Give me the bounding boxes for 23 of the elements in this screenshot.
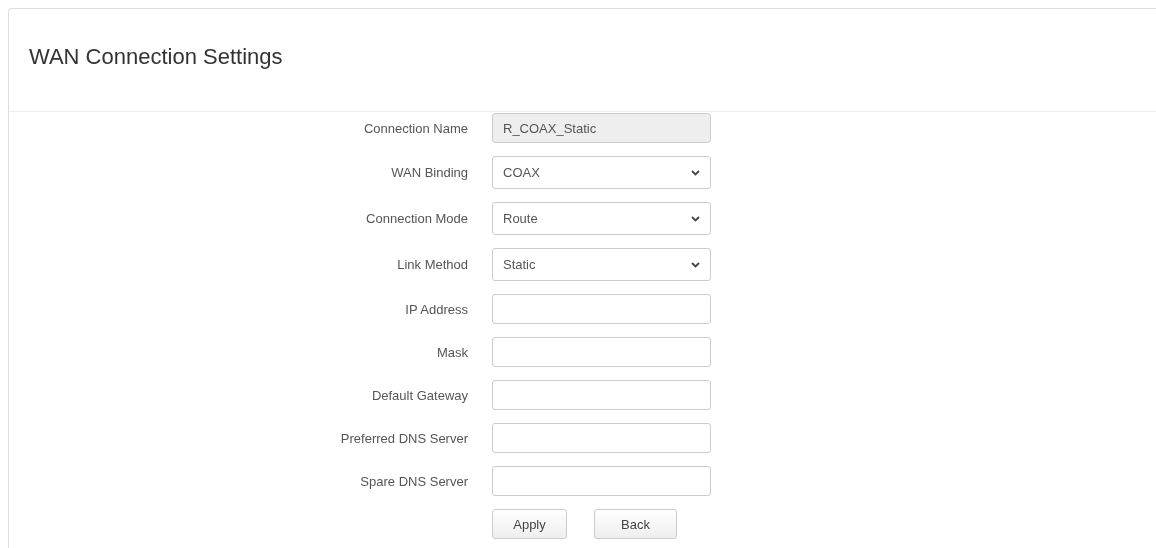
panel-title: WAN Connection Settings <box>29 43 283 71</box>
field-label: Mask <box>435 344 468 360</box>
chevron-down-icon <box>691 215 700 222</box>
dropdown[interactable]: COAX <box>492 156 711 189</box>
chevron-down-icon <box>691 169 700 176</box>
action-button[interactable]: Apply <box>492 509 567 539</box>
field-label: IP Address <box>404 301 468 317</box>
input-field[interactable] <box>492 337 711 367</box>
field-label: WAN Binding <box>390 165 468 180</box>
field-label: Default Gateway <box>370 387 468 403</box>
field-label: Link Method <box>396 257 468 272</box>
chevron-down-icon <box>691 261 700 268</box>
dropdown[interactable]: Static <box>492 248 711 281</box>
field-label: Spare DNS Server <box>359 473 468 489</box>
input-field[interactable] <box>492 380 711 410</box>
input-field[interactable] <box>492 294 711 324</box>
dropdown[interactable]: Route <box>492 202 711 235</box>
input-field[interactable] <box>492 466 711 496</box>
field-label: Connection Mode <box>365 211 468 226</box>
input-field[interactable] <box>492 423 711 453</box>
field-label: Preferred DNS Server <box>339 430 468 446</box>
action-button[interactable]: Back <box>594 509 677 539</box>
field-label: Connection Name <box>362 120 468 136</box>
